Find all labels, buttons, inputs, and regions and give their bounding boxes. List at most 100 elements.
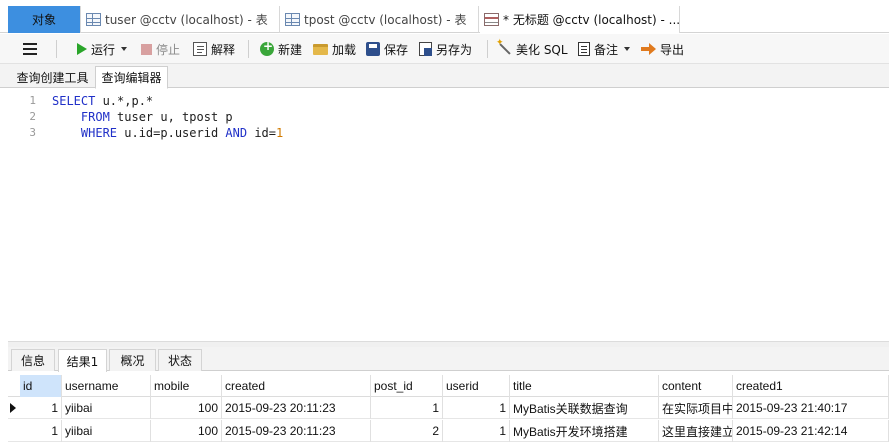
cell-post-id[interactable]: 2: [371, 420, 443, 442]
explain-button[interactable]: 解释: [193, 39, 235, 59]
tab-info-label: 信息: [20, 354, 45, 368]
column-header-userid[interactable]: userid: [443, 375, 510, 397]
cell-created[interactable]: 2015-09-23 20:11:23: [222, 397, 371, 419]
chevron-down-icon[interactable]: [624, 47, 631, 51]
tab-result1[interactable]: 结果1: [58, 349, 107, 372]
hamburger-menu-icon[interactable]: [23, 43, 37, 55]
column-header-mobile[interactable]: mobile: [151, 375, 222, 397]
column-header-content[interactable]: content: [659, 375, 733, 397]
cell-content[interactable]: 这里直接建立: [659, 420, 733, 442]
line-number: 1: [29, 94, 36, 107]
load-label: 加载: [332, 42, 357, 57]
toolbar-divider: [56, 40, 57, 58]
cell-userid[interactable]: 1: [443, 420, 510, 442]
tab-query-label: * 无标题 @cctv (localhost) - ...: [503, 13, 680, 27]
cell-created[interactable]: 2015-09-23 20:11:23: [222, 420, 371, 442]
column-header-title[interactable]: title: [510, 375, 659, 397]
cell-mobile[interactable]: 100: [151, 397, 222, 419]
magic-wand-icon: [496, 38, 512, 56]
tab-untitled-query[interactable]: * 无标题 @cctv (localhost) - ...: [480, 6, 680, 33]
play-icon: [77, 43, 87, 55]
sql-text: tuser u, tpost p: [109, 110, 233, 124]
current-row-arrow-icon: [10, 403, 16, 413]
save-as-label: 另存为: [436, 42, 473, 57]
sql-number: 1: [276, 126, 284, 140]
tab-tpost-label: tpost @cctv (localhost) - 表: [304, 13, 467, 27]
tab-query-builder[interactable]: 查询创建工具: [12, 66, 93, 88]
editor-mode-tabs: 查询创建工具 查询编辑器: [0, 64, 889, 89]
sql-keyword: FROM: [80, 110, 110, 124]
note-button[interactable]: 备注: [578, 39, 631, 59]
save-icon: [366, 42, 380, 56]
line-number: 2: [29, 110, 36, 123]
cell-id[interactable]: 1: [20, 397, 62, 419]
tab-status[interactable]: 状态: [158, 349, 202, 371]
tab-tuser-label: tuser @cctv (localhost) - 表: [105, 13, 268, 27]
explain-label: 解释: [211, 42, 236, 57]
result-tab-bar: 信息 结果1 概况 状态: [8, 347, 889, 372]
tab-query-editor[interactable]: 查询编辑器: [95, 66, 168, 89]
column-header-created[interactable]: created: [222, 375, 371, 397]
save-button[interactable]: 保存: [366, 39, 408, 59]
table-icon: [285, 13, 300, 26]
cell-id[interactable]: 1: [20, 420, 62, 442]
sql-text: u.id=p.userid: [117, 126, 226, 140]
chevron-down-icon[interactable]: [121, 47, 128, 51]
cell-content[interactable]: 在实际项目中: [659, 397, 733, 419]
tab-tpost-table[interactable]: tpost @cctv (localhost) - 表: [281, 6, 479, 33]
query-icon: [484, 13, 499, 26]
add-icon: [260, 39, 274, 56]
sql-keyword: SELECT: [52, 94, 96, 108]
cell-mobile[interactable]: 100: [151, 420, 222, 442]
tab-tuser-table[interactable]: tuser @cctv (localhost) - 表: [82, 6, 280, 33]
cell-created1[interactable]: 2015-09-23 21:42:14: [733, 420, 889, 442]
document-tab-bar: 对象 tuser @cctv (localhost) - 表 tpost @cc…: [0, 0, 889, 33]
tab-objects-label: 对象: [31, 13, 56, 27]
save-as-icon: [419, 42, 432, 56]
new-button[interactable]: 新建: [260, 39, 302, 59]
cell-post-id[interactable]: 1: [371, 397, 443, 419]
tab-query-builder-label: 查询创建工具: [16, 70, 89, 85]
tab-status-label: 状态: [167, 354, 192, 368]
tab-objects[interactable]: 对象: [8, 6, 81, 33]
code-line: SELECT u.*,p.*: [52, 93, 153, 109]
tab-info[interactable]: 信息: [11, 349, 55, 371]
folder-icon: [313, 43, 328, 55]
sql-editor[interactable]: 1 2 3 SELECT u.*,p.* FROM tuser u, tpost…: [8, 89, 889, 341]
run-label: 运行: [91, 42, 116, 57]
cell-title[interactable]: MyBatis关联数据查询: [510, 397, 659, 419]
code-line: FROM tuser u, tpost p: [52, 109, 233, 125]
column-header-id[interactable]: id: [20, 375, 62, 397]
stop-icon: [141, 43, 152, 55]
explain-icon: [193, 42, 207, 56]
run-button[interactable]: 运行: [77, 39, 128, 59]
result-grid: id username mobile created post_id useri…: [8, 373, 889, 447]
save-label: 保存: [384, 42, 409, 57]
note-label: 备注: [594, 42, 619, 57]
table-row[interactable]: 1 yiibai 100 2015-09-23 20:11:23 1 1 MyB…: [8, 397, 889, 419]
stop-label: 停止: [156, 42, 181, 57]
beautify-label: 美化 SQL: [516, 42, 568, 57]
column-header-username[interactable]: username: [62, 375, 151, 397]
beautify-sql-button[interactable]: 美化 SQL: [496, 38, 568, 59]
grid-header: id username mobile created post_id useri…: [8, 375, 889, 397]
column-header-post-id[interactable]: post_id: [371, 375, 443, 397]
tab-overview[interactable]: 概况: [109, 349, 156, 371]
save-as-button[interactable]: 另存为: [419, 39, 472, 59]
line-number: 3: [29, 126, 36, 139]
tab-result1-label: 结果1: [66, 354, 99, 369]
export-icon: [641, 43, 656, 55]
cell-created1[interactable]: 2015-09-23 21:40:17: [733, 397, 889, 419]
cell-username[interactable]: yiibai: [62, 420, 151, 442]
export-button[interactable]: 导出: [641, 39, 684, 59]
cell-username[interactable]: yiibai: [62, 397, 151, 419]
toolbar-divider: [248, 40, 249, 58]
column-header-created1[interactable]: created1: [733, 375, 889, 397]
table-row[interactable]: 1 yiibai 100 2015-09-23 20:11:23 2 1 MyB…: [8, 420, 889, 442]
stop-button[interactable]: 停止: [141, 39, 180, 59]
load-button[interactable]: 加载: [313, 39, 356, 59]
cell-userid[interactable]: 1: [443, 397, 510, 419]
sql-text: u.*,p.*: [95, 94, 154, 108]
cell-title[interactable]: MyBatis开发环境搭建: [510, 420, 659, 442]
